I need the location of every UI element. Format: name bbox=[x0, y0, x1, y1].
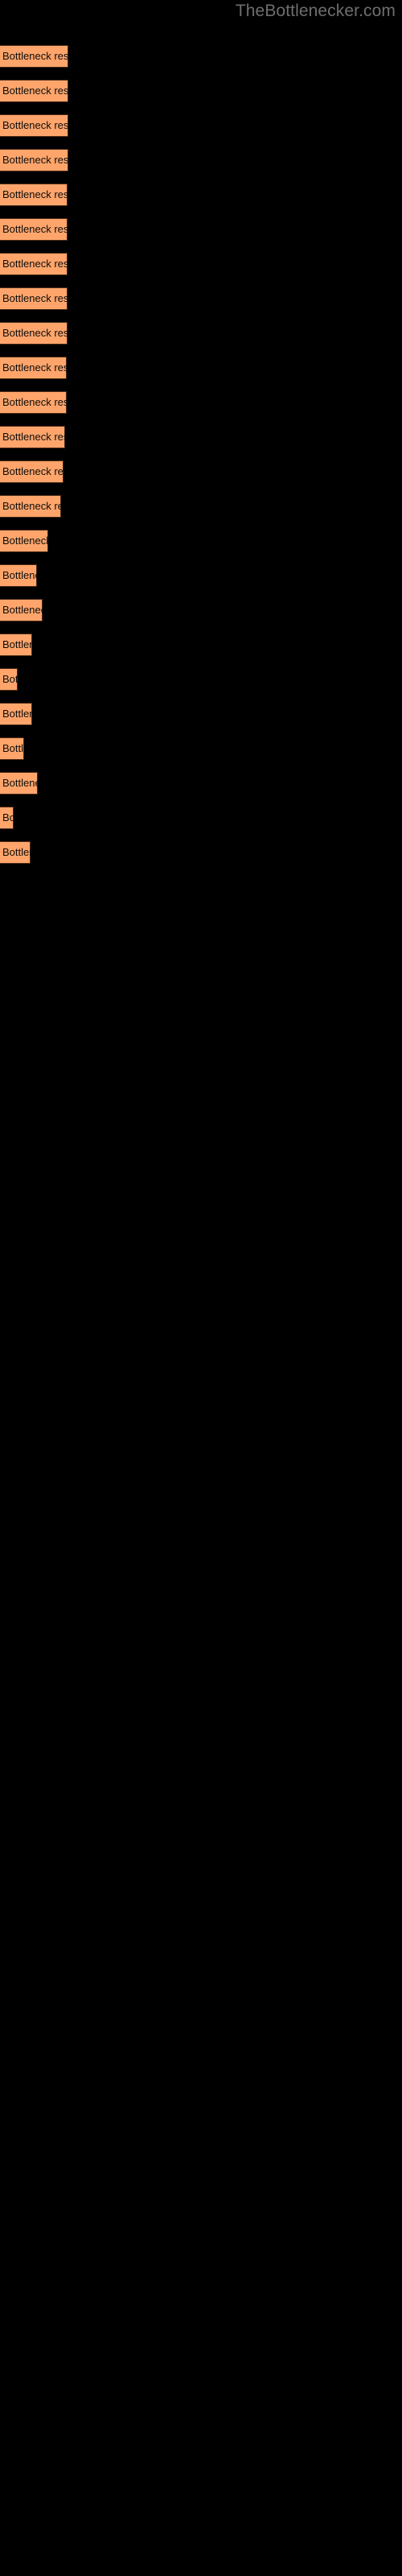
bar[interactable] bbox=[0, 772, 38, 795]
bar-row: Bottleneck result bbox=[0, 841, 31, 864]
bar-clip: Bottleneck result bbox=[0, 218, 68, 241]
bar[interactable] bbox=[0, 391, 67, 414]
bar-clip: Bottleneck result bbox=[0, 45, 68, 68]
bar-row: Bottleneck result bbox=[0, 460, 64, 483]
bar-row: Bottleneck result bbox=[0, 253, 68, 275]
bar[interactable] bbox=[0, 564, 37, 587]
bar[interactable] bbox=[0, 599, 43, 621]
bar-row: Bottleneck result bbox=[0, 80, 68, 102]
bar-clip: Bottleneck result bbox=[0, 634, 32, 656]
bar-row: Bottleneck result bbox=[0, 218, 68, 241]
bar[interactable] bbox=[0, 426, 65, 448]
bar-clip: Bottleneck result bbox=[0, 668, 18, 691]
bar-clip: Bottleneck result bbox=[0, 184, 68, 206]
bar-row: Bottleneck result bbox=[0, 530, 48, 552]
bar-clip: Bottleneck result bbox=[0, 149, 68, 171]
bar-clip: Bottleneck result bbox=[0, 322, 68, 345]
bar[interactable] bbox=[0, 322, 68, 345]
bar[interactable] bbox=[0, 530, 48, 552]
bar[interactable] bbox=[0, 460, 64, 483]
bar-row: Bottleneck result bbox=[0, 772, 38, 795]
bar-clip: Bottleneck result bbox=[0, 564, 37, 587]
bar[interactable] bbox=[0, 184, 68, 206]
bar-clip: Bottleneck result bbox=[0, 80, 68, 102]
bar[interactable] bbox=[0, 45, 68, 68]
bar-clip: Bottleneck result bbox=[0, 253, 68, 275]
bar[interactable] bbox=[0, 114, 68, 137]
bar-clip: Bottleneck result bbox=[0, 841, 31, 864]
bar[interactable] bbox=[0, 841, 31, 864]
bar-row: Bottleneck result bbox=[0, 114, 68, 137]
bar-clip: Bottleneck result bbox=[0, 460, 64, 483]
bar-row: Bottleneck result bbox=[0, 807, 14, 829]
bar-row: Bottleneck result bbox=[0, 184, 68, 206]
bar-clip: Bottleneck result bbox=[0, 426, 65, 448]
bottleneck-chart: TheBottlenecker.com Bottleneck resultBot… bbox=[0, 0, 402, 2576]
bar[interactable] bbox=[0, 287, 68, 310]
bar[interactable] bbox=[0, 253, 68, 275]
bar-row: Bottleneck result bbox=[0, 599, 43, 621]
bar-row: Bottleneck result bbox=[0, 737, 24, 760]
bar-series: Bottleneck result Bottleneck result Bottle… bbox=[0, 0, 402, 2576]
bar[interactable] bbox=[0, 703, 32, 725]
bar[interactable] bbox=[0, 495, 61, 518]
bar-clip: Bottleneck result bbox=[0, 737, 24, 760]
bar[interactable] bbox=[0, 737, 24, 760]
bar-clip: Bottleneck result bbox=[0, 495, 61, 518]
bar-row: Bottleneck result bbox=[0, 322, 68, 345]
bar-row: Bottleneck result bbox=[0, 668, 18, 691]
bar-clip: Bottleneck result bbox=[0, 703, 32, 725]
bar-row: Bottleneck result bbox=[0, 495, 61, 518]
bar[interactable] bbox=[0, 80, 68, 102]
bar[interactable] bbox=[0, 218, 68, 241]
bar-clip: Bottleneck result bbox=[0, 357, 67, 379]
bar[interactable] bbox=[0, 634, 32, 656]
bar-row: Bottleneck result bbox=[0, 45, 68, 68]
bar-clip: Bottleneck result bbox=[0, 530, 48, 552]
bar[interactable] bbox=[0, 668, 18, 691]
bar-clip: Bottleneck result bbox=[0, 807, 14, 829]
bar-row: Bottleneck result bbox=[0, 149, 68, 171]
bar-clip: Bottleneck result bbox=[0, 391, 67, 414]
bar[interactable] bbox=[0, 807, 14, 829]
bar-clip: Bottleneck result bbox=[0, 599, 43, 621]
bar-row: Bottleneck result bbox=[0, 357, 67, 379]
bar-row: Bottleneck result bbox=[0, 287, 68, 310]
bar-row: Bottleneck result bbox=[0, 564, 37, 587]
bar-row: Bottleneck result bbox=[0, 703, 32, 725]
bar-row: Bottleneck result bbox=[0, 391, 67, 414]
bar[interactable] bbox=[0, 149, 68, 171]
bar-clip: Bottleneck result bbox=[0, 114, 68, 137]
bar-clip: Bottleneck result bbox=[0, 772, 38, 795]
bar-clip: Bottleneck result bbox=[0, 287, 68, 310]
bar[interactable] bbox=[0, 357, 67, 379]
bar-row: Bottleneck result bbox=[0, 634, 32, 656]
bar-row: Bottleneck result bbox=[0, 426, 65, 448]
